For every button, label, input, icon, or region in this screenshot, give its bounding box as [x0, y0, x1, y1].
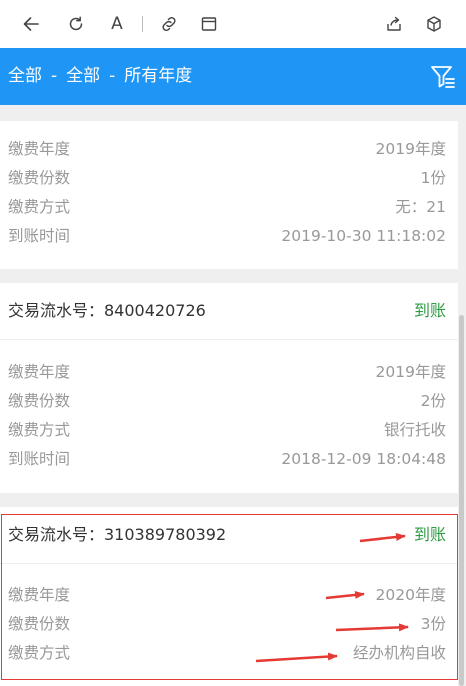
record-year-row: 缴费年度 2019年度 [0, 135, 458, 164]
cube-icon[interactable] [424, 14, 444, 34]
time-value: 2018-12-09 18:04:48 [281, 450, 446, 468]
record-header: 交易流水号：310389780392 到账 [0, 507, 458, 564]
record-header: 交易流水号：8400420726 到账 [0, 283, 458, 340]
filter-bar[interactable]: 全部 - 全部 - 所有年度 [0, 48, 466, 105]
year-label: 缴费年度 [8, 140, 71, 158]
window-icon[interactable] [199, 14, 219, 34]
transaction-number: 交易流水号：310389780392 [8, 525, 227, 544]
scrollbar-thumb[interactable] [459, 315, 464, 686]
method-label: 缴费方式 [8, 421, 71, 439]
link-icon[interactable] [159, 14, 179, 34]
record-year-row: 缴费年度 2019年度 [0, 358, 458, 387]
year-label: 缴费年度 [8, 363, 71, 381]
browser-toolbar: A [0, 0, 466, 48]
record-count-row: 缴费份数 1份 [0, 164, 458, 193]
time-label: 到账时间 [8, 450, 71, 468]
method-value: 经办机构自收 [352, 644, 446, 662]
back-arrow-icon[interactable] [21, 14, 41, 34]
payment-record-card[interactable]: 缴费年度 2019年度 缴费份数 1份 缴费方式 无：21 到账时间 2019-… [0, 121, 458, 269]
payment-record-card[interactable]: 交易流水号：310389780392 到账 缴费年度 2020年度 缴费份数 3… [0, 507, 458, 686]
payment-record-card[interactable]: 交易流水号：8400420726 到账 缴费年度 2019年度 缴费份数 2份 … [0, 283, 458, 493]
share-icon[interactable] [384, 14, 404, 34]
toolbar-divider [142, 16, 143, 32]
year-value: 2019年度 [375, 140, 446, 158]
year-value: 2019年度 [375, 363, 446, 381]
status-badge: 到账 [413, 525, 446, 544]
record-method-row: 缴费方式 经办机构自收 [0, 639, 458, 668]
count-label: 缴费份数 [8, 169, 71, 187]
time-value: 2019-10-30 11:18:02 [281, 227, 446, 245]
count-value: 2份 [420, 392, 446, 410]
count-value: 1份 [420, 169, 446, 187]
transaction-number: 交易流水号：8400420726 [8, 301, 206, 320]
method-value: 无：21 [395, 198, 446, 216]
record-count-row: 缴费份数 3份 [0, 610, 458, 639]
refresh-icon[interactable] [66, 14, 86, 34]
year-label: 缴费年度 [8, 586, 71, 604]
text-size-icon[interactable]: A [107, 14, 127, 34]
method-label: 缴费方式 [8, 198, 71, 216]
count-value: 3份 [420, 615, 446, 633]
method-value: 银行托收 [383, 421, 446, 439]
filter-year[interactable]: 所有年度 [124, 66, 192, 86]
filter-separator: - [51, 66, 58, 86]
status-badge: 到账 [413, 301, 446, 320]
record-method-row: 缴费方式 银行托收 [0, 416, 458, 445]
filter-icon[interactable] [430, 64, 456, 90]
method-label: 缴费方式 [8, 644, 71, 662]
record-time-row: 到账时间 2018-12-09 18:04:48 [0, 445, 458, 474]
filter-summary[interactable]: 全部 - 全部 - 所有年度 [8, 66, 192, 86]
record-year-row: 缴费年度 2020年度 [0, 581, 458, 610]
filter-type[interactable]: 全部 [8, 66, 42, 86]
time-label: 到账时间 [8, 227, 71, 245]
count-label: 缴费份数 [8, 392, 71, 410]
record-count-row: 缴费份数 2份 [0, 387, 458, 416]
filter-separator: - [109, 66, 116, 86]
year-value: 2020年度 [375, 586, 446, 604]
record-method-row: 缴费方式 无：21 [0, 193, 458, 222]
filter-region[interactable]: 全部 [66, 66, 100, 86]
record-time-row: 到账时间 2019-10-30 11:18:02 [0, 222, 458, 251]
count-label: 缴费份数 [8, 615, 71, 633]
